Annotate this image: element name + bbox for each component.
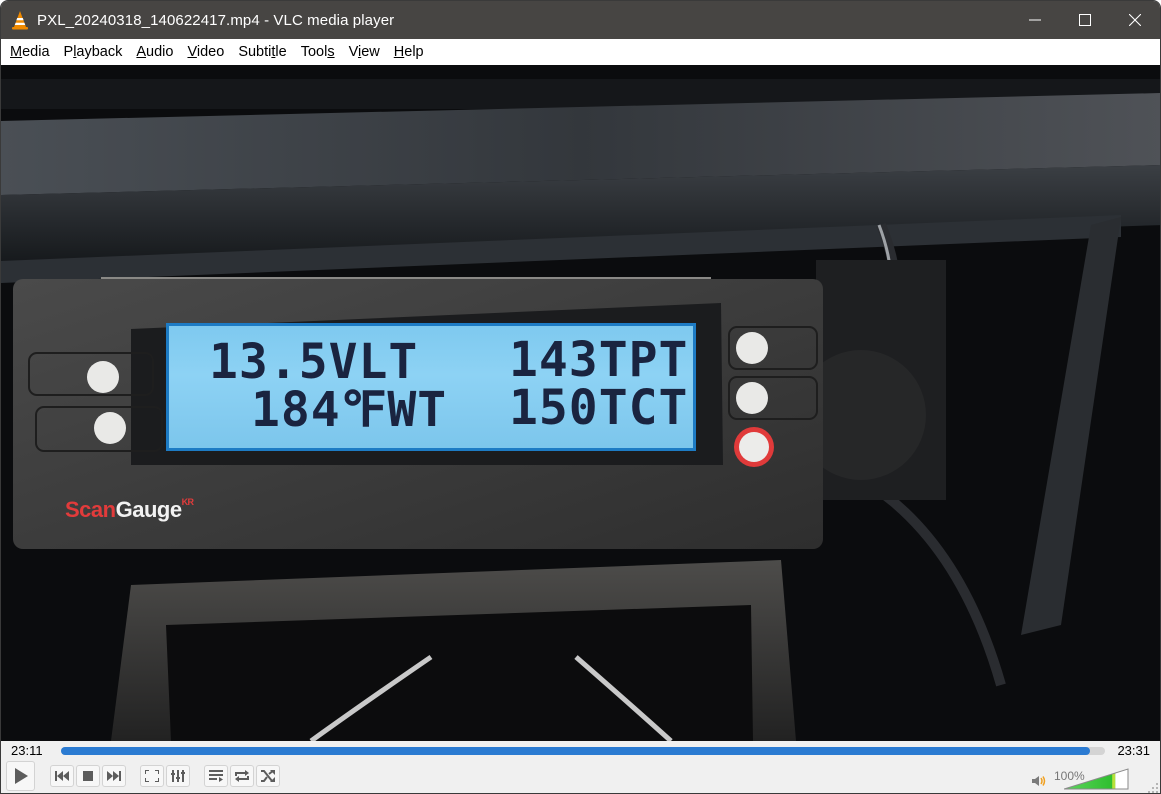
title-bar: PXL_20240318_140622417.mp4 - VLC media p… — [1, 1, 1160, 39]
fullscreen-button[interactable] — [140, 765, 164, 787]
menu-bar: Media Playback Audio Video Subtitle Tool… — [1, 39, 1160, 65]
vlc-cone-icon — [11, 10, 29, 30]
close-icon — [1129, 14, 1141, 26]
play-icon — [14, 768, 28, 784]
seek-bar-fill — [61, 747, 1091, 755]
vlc-window: PXL_20240318_140622417.mp4 - VLC media p… — [0, 0, 1161, 794]
menu-audio[interactable]: Audio — [129, 39, 180, 65]
extended-settings-button[interactable] — [166, 765, 190, 787]
stop-icon — [83, 771, 93, 781]
next-icon — [107, 771, 121, 781]
minimize-icon — [1029, 19, 1041, 21]
minimize-button[interactable] — [1010, 1, 1060, 39]
player-controls: 23:11 23:31 100% — [1, 741, 1160, 793]
close-button[interactable] — [1110, 1, 1160, 39]
equalizer-icon — [171, 770, 185, 782]
resize-grip-icon[interactable] — [1148, 783, 1158, 793]
playlist-icon — [209, 770, 223, 782]
total-time: 23:31 — [1117, 743, 1150, 758]
shuffle-icon — [261, 770, 275, 782]
loop-icon — [235, 770, 249, 782]
lcd-line2-left: 184℉WT — [251, 382, 448, 438]
lcd-line1-right: 143TPT — [509, 332, 689, 388]
volume-fill — [1064, 769, 1116, 789]
previous-button[interactable] — [50, 765, 74, 787]
lcd-line2-right: 150TCT — [509, 380, 689, 436]
next-button[interactable] — [102, 765, 126, 787]
menu-playback[interactable]: Playback — [57, 39, 130, 65]
video-frame[interactable]: 13.5VLT 143TPT 184℉WT 150TCT ScanGaugeKR — [1, 65, 1160, 741]
volume-control: 100% — [1032, 767, 1146, 791]
play-button[interactable] — [6, 761, 35, 791]
elapsed-time: 23:11 — [11, 743, 43, 758]
previous-icon — [55, 771, 69, 781]
speaker-icon[interactable] — [1032, 775, 1046, 787]
loop-button[interactable] — [230, 765, 254, 787]
scangauge-logo: ScanGaugeKR — [65, 497, 194, 522]
random-button[interactable] — [256, 765, 280, 787]
volume-slider[interactable] — [1064, 767, 1134, 791]
lcd-display: 13.5VLT 143TPT 184℉WT 150TCT — [166, 323, 696, 451]
menu-subtitle[interactable]: Subtitle — [231, 39, 293, 65]
menu-media[interactable]: Media — [3, 39, 57, 65]
menu-help[interactable]: Help — [387, 39, 431, 65]
maximize-icon — [1079, 14, 1091, 26]
stop-button[interactable] — [76, 765, 100, 787]
maximize-button[interactable] — [1060, 1, 1110, 39]
menu-video[interactable]: Video — [180, 39, 231, 65]
lcd-line1-left: 13.5VLT — [209, 334, 419, 390]
volume-fill-tip — [1112, 769, 1116, 789]
menu-tools[interactable]: Tools — [294, 39, 342, 65]
menu-view[interactable]: View — [342, 39, 387, 65]
playlist-button[interactable] — [204, 765, 228, 787]
window-title: PXL_20240318_140622417.mp4 - VLC media p… — [37, 11, 395, 29]
seek-bar[interactable] — [61, 747, 1105, 755]
fullscreen-icon — [145, 770, 159, 782]
